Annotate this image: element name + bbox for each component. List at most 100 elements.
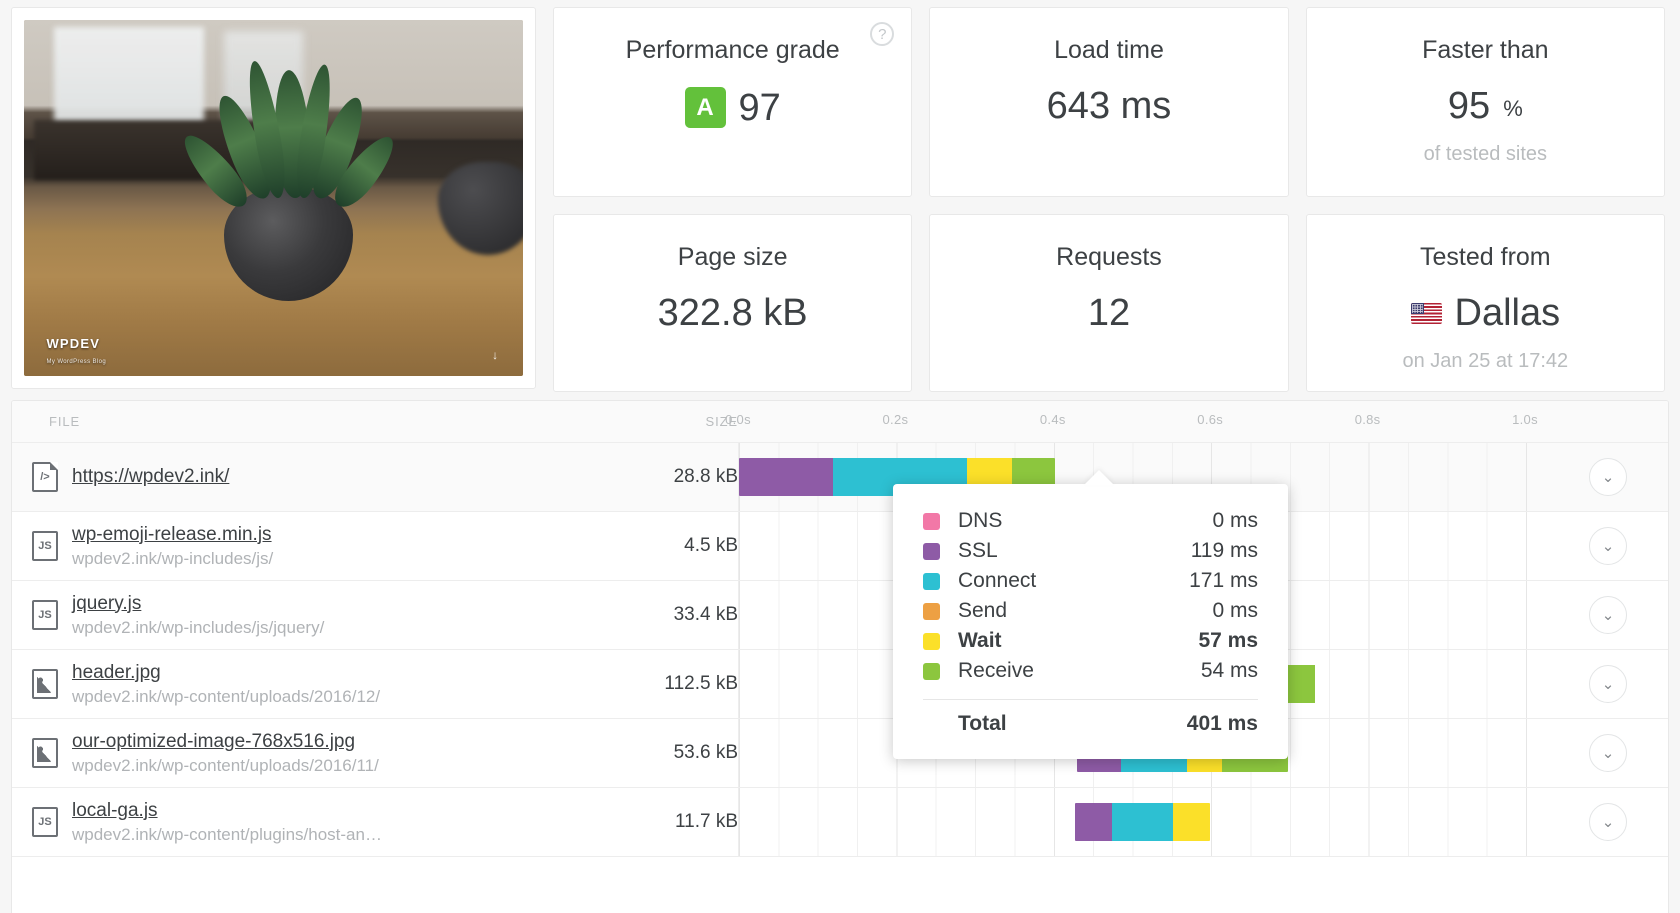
site-thumbnail-card[interactable]: WPDEV My WordPress Blog ↓	[11, 7, 536, 389]
card-value: 643 ms	[1046, 85, 1172, 127]
expand-cell: ⌄	[1548, 719, 1668, 787]
tooltip-total-row: Total 401 ms	[923, 709, 1258, 739]
summary-section: WPDEV My WordPress Blog ↓ ? Performance …	[0, 0, 1680, 400]
file-size: 4.5 kB	[684, 535, 738, 556]
file-link[interactable]: https://wpdev2.ink/	[72, 466, 229, 488]
send-color-swatch	[923, 602, 940, 620]
file-size: 11.7 kB	[674, 811, 738, 832]
tooltip-row-dns: DNS 0 ms	[923, 506, 1258, 536]
table-row[interactable]: JS jquery.js wpdev2.ink/wp-includes/js/j…	[12, 581, 1668, 650]
expand-cell: ⌄	[1548, 443, 1668, 511]
expand-row-button[interactable]: ⌄	[1589, 458, 1627, 496]
card-requests: Requests 12	[929, 214, 1289, 392]
table-row[interactable]: our-optimized-image-768x516.jpg wpdev2.i…	[12, 719, 1668, 788]
file-link[interactable]: our-optimized-image-768x516.jpg	[72, 731, 379, 753]
column-header-size: SIZE	[705, 414, 738, 429]
card-title: Load time	[1054, 36, 1164, 64]
column-header-file: FILE	[49, 414, 81, 429]
table-row[interactable]: JS local-ga.js wpdev2.ink/wp-content/plu…	[12, 788, 1668, 857]
card-title: Faster than	[1422, 36, 1549, 64]
tooltip-row-receive: Receive 54 ms	[923, 656, 1258, 686]
card-load-time: Load time 643 ms	[929, 7, 1289, 197]
help-icon[interactable]: ?	[870, 22, 895, 46]
tooltip-value: 57 ms	[1198, 629, 1258, 652]
metric-cards-grid: ? Performance grade A 97 Load time 643 m…	[553, 7, 1669, 400]
pingdom-speed-test-results: WPDEV My WordPress Blog ↓ ? Performance …	[0, 0, 1680, 913]
screenshot-tagline: My WordPress Blog	[46, 359, 107, 366]
card-title: Requests	[1056, 243, 1162, 271]
file-size: 33.4 kB	[673, 604, 738, 625]
file-path: wpdev2.ink/wp-content/uploads/2016/11/	[72, 755, 379, 775]
file-cell: header.jpg wpdev2.ink/wp-content/uploads…	[12, 650, 612, 718]
tooltip-row-ssl: SSL 119 ms	[923, 536, 1258, 566]
expand-row-button[interactable]: ⌄	[1589, 527, 1627, 565]
timeline-axis: 0.0s 0.2s 0.4s 0.6s 0.8s 1.0s	[725, 401, 1548, 442]
file-cell: /> https://wpdev2.ink/	[12, 443, 612, 511]
us-flag-icon	[1410, 302, 1442, 324]
card-faster-than: Faster than 95 % of tested sites	[1305, 7, 1665, 197]
tooltip-value: 0 ms	[1212, 599, 1258, 622]
file-path: wpdev2.ink/wp-includes/js/	[72, 548, 274, 568]
tooltip-label: Send	[958, 599, 1008, 622]
html-file-icon: />	[32, 462, 58, 492]
site-screenshot: WPDEV My WordPress Blog ↓	[24, 20, 523, 376]
file-name-wrap: jquery.js wpdev2.ink/wp-includes/js/jque…	[72, 593, 324, 638]
file-cell: JS jquery.js wpdev2.ink/wp-includes/js/j…	[12, 581, 612, 649]
file-link[interactable]: local-ga.js	[72, 800, 382, 822]
segment-ssl	[1075, 803, 1112, 841]
file-cell: our-optimized-image-768x516.jpg wpdev2.i…	[12, 719, 612, 787]
card-title: Tested from	[1420, 243, 1551, 271]
tooltip-total-value: 401 ms	[1186, 712, 1258, 735]
tested-location: Dallas	[1454, 292, 1561, 334]
file-path: wpdev2.ink/wp-includes/js/jquery/	[72, 617, 325, 637]
expand-row-button[interactable]: ⌄	[1589, 803, 1627, 841]
js-file-icon: JS	[32, 531, 58, 561]
expand-cell: ⌄	[1548, 650, 1668, 718]
file-name-wrap: our-optimized-image-768x516.jpg wpdev2.i…	[72, 731, 379, 776]
axis-tick-label: 0.6s	[1197, 412, 1224, 427]
file-size: 112.5 kB	[664, 673, 738, 694]
expand-row-button[interactable]: ⌄	[1589, 596, 1627, 634]
axis-tick-label: 0.2s	[882, 412, 909, 427]
file-path: wpdev2.ink/wp-content/uploads/2016/12/	[72, 686, 381, 706]
table-row[interactable]: JS wp-emoji-release.min.js wpdev2.ink/wp…	[12, 512, 1668, 581]
tested-timestamp: on Jan 25 at 17:42	[1402, 350, 1569, 372]
table-header-row: FILE SIZE 0.0s 0.2s 0.4s 0.6s 0.8s 1.0s	[12, 401, 1668, 443]
tooltip-label: SSL	[958, 539, 998, 562]
axis-tick-label: 0.8s	[1354, 412, 1381, 427]
image-file-icon	[32, 738, 58, 768]
screenshot-window	[53, 27, 204, 134]
connect-color-swatch	[923, 572, 940, 590]
tooltip-divider	[923, 699, 1258, 700]
expand-row-button[interactable]: ⌄	[1589, 665, 1627, 703]
file-size: 53.6 kB	[673, 742, 738, 763]
timeline-cell	[738, 788, 1548, 856]
tooltip-value: 119 ms	[1190, 539, 1258, 562]
file-name-wrap: header.jpg wpdev2.ink/wp-content/uploads…	[72, 662, 380, 707]
file-link[interactable]: jquery.js	[72, 593, 324, 615]
expand-row-button[interactable]: ⌄	[1589, 734, 1627, 772]
expand-cell: ⌄	[1548, 581, 1668, 649]
waterfall-bar[interactable]	[1075, 803, 1210, 841]
scroll-down-icon: ↓	[492, 347, 499, 362]
table-row[interactable]: header.jpg wpdev2.ink/wp-content/uploads…	[12, 650, 1668, 719]
card-title: Page size	[677, 243, 788, 271]
table-row[interactable]: /> https://wpdev2.ink/ 28.8 kB ⌄	[12, 443, 1668, 512]
js-file-icon: JS	[32, 600, 58, 630]
card-subtext: of tested sites	[1423, 143, 1548, 165]
file-link[interactable]: header.jpg	[72, 662, 380, 684]
js-file-icon: JS	[32, 807, 58, 837]
card-title: Performance grade	[625, 36, 840, 64]
file-link[interactable]: wp-emoji-release.min.js	[72, 524, 273, 546]
tooltip-value: 0 ms	[1212, 509, 1258, 532]
tooltip-value: 54 ms	[1200, 659, 1258, 682]
axis-tick-label: 0.0s	[725, 412, 751, 427]
segment-ssl	[739, 458, 833, 496]
request-waterfall-table: FILE SIZE 0.0s 0.2s 0.4s 0.6s 0.8s 1.0s …	[11, 400, 1669, 913]
tooltip-label: Receive	[958, 659, 1034, 682]
card-performance-grade: ? Performance grade A 97	[553, 7, 913, 197]
file-path: wpdev2.ink/wp-content/plugins/host-an…	[72, 824, 382, 844]
receive-color-swatch	[923, 662, 940, 680]
grade-score: 97	[738, 86, 781, 129]
ssl-color-swatch	[923, 542, 940, 560]
